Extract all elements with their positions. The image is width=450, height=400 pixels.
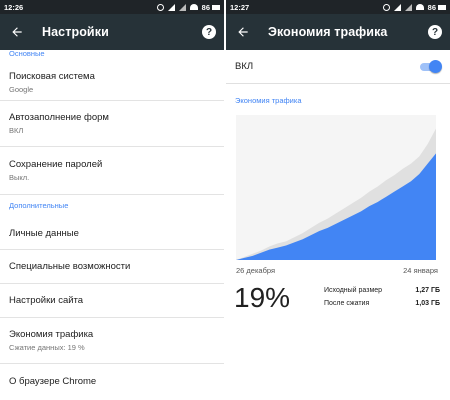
stat-original-size: Исходный размер 1,27 ГБ [324,287,440,294]
signal-icon [167,3,175,11]
signal-icon [393,3,401,11]
savings-percent: 19% [234,282,291,313]
item-label: Автозаполнение форм [9,112,109,123]
battery-icon [438,4,446,10]
battery-icon [212,4,220,10]
battery-level: 86 [427,2,436,12]
stat-value: 1,27 ГБ [415,287,440,294]
settings-item-about-chrome[interactable]: О браузере Chrome [0,364,224,398]
settings-screen: 12:26 86 Настройки ? Основные Поисковая … [0,0,224,400]
status-bar: 12:26 86 [0,0,224,14]
stat-value: 1,03 ГБ [415,300,440,307]
toolbar: Настройки ? [0,14,224,50]
chart-end-date: 24 января [403,266,438,275]
settings-item-passwords[interactable]: Сохранение паролей Выкл. [0,147,224,195]
item-label: Экономия трафика [9,329,94,340]
data-usage-chart [236,115,436,260]
item-label: Сохранение паролей [9,159,103,170]
item-label: О браузере Chrome [9,375,97,387]
item-label: Поисковая система [9,70,95,82]
settings-item-privacy[interactable]: Личные данные [0,217,224,250]
settings-item-autofill[interactable]: Автозаполнение форм ВКЛ [0,101,224,147]
page-title: Настройки [42,25,109,39]
signal-icon-2 [178,3,186,11]
toggle-label: ВКЛ [235,61,254,72]
data-saver-toggle-row[interactable]: ВКЛ [226,50,450,84]
alarm-icon [156,3,164,11]
wifi-icon [415,4,424,10]
toolbar: Экономия трафика ? [226,14,450,50]
item-summary: Google [9,84,34,94]
status-time: 12:27 [230,2,250,12]
item-label: Специальные возможности [9,261,131,272]
battery-level: 86 [201,2,210,12]
data-saver-screen: 12:27 86 Экономия трафика ? ВКЛ Экономия… [226,0,450,400]
section-header-basic: Основные [9,49,45,58]
arrow-left-icon[interactable] [8,23,26,41]
alarm-icon [382,3,390,11]
help-icon[interactable]: ? [202,25,216,39]
settings-item-search-engine[interactable]: Поисковая система Google [0,64,224,101]
item-summary: Выкл. [9,173,30,182]
page-title: Экономия трафика [268,25,388,39]
settings-item-accessibility[interactable]: Специальные возможности [0,250,224,284]
item-summary: ВКЛ [9,126,24,135]
stat-compressed-size: После сжатия 1,03 ГБ [324,300,440,307]
signal-icon-2 [404,3,412,11]
settings-item-site-settings[interactable]: Настройки сайта [0,284,224,318]
stat-label: Исходный размер [324,287,383,294]
item-label: Настройки сайта [9,295,84,306]
wifi-icon [189,4,198,10]
chart-start-date: 26 декабря [236,266,276,275]
status-bar: 12:27 86 [226,0,450,14]
section-header-advanced: Дополнительные [9,201,69,210]
data-saver-switch[interactable] [420,59,442,74]
settings-item-data-saver[interactable]: Экономия трафика Сжатие данных: 19 % [0,318,224,364]
item-summary: Сжатие данных: 19 % [9,343,85,352]
switch-thumb [429,59,442,73]
stat-label: После сжатия [324,300,370,307]
status-time: 12:26 [4,2,24,12]
arrow-left-icon[interactable] [234,23,252,41]
chart-heading: Экономия трафика [235,96,302,105]
help-icon[interactable]: ? [428,25,442,39]
item-label: Личные данные [9,227,79,239]
